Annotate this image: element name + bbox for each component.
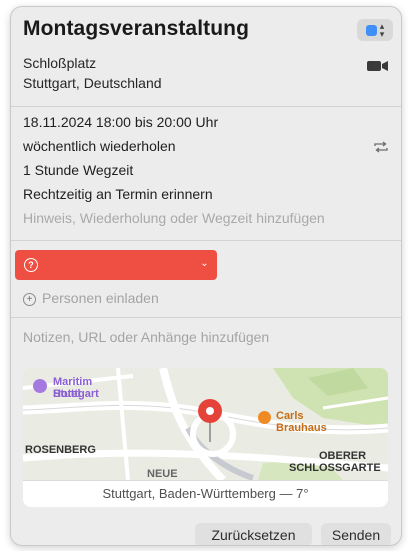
fork-knife-icon [258, 411, 271, 424]
event-popover: Montagsveranstaltung ▴ ▾ Schloßplatz Stut… [10, 6, 402, 546]
district-rosenberg: ROSENBERG [25, 444, 96, 456]
event-title[interactable]: Montagsveranstaltung [23, 17, 249, 41]
map-pin-icon[interactable] [197, 398, 223, 444]
bed-icon [33, 379, 47, 393]
repeat-row[interactable]: wöchentlich wiederholen [23, 138, 176, 154]
notes-field[interactable]: Notizen, URL oder Anhänge hinzufügen [23, 329, 269, 345]
video-camera-icon[interactable] [367, 59, 389, 73]
hotel-label-line2: Stuttgart [53, 388, 99, 400]
divider [11, 317, 401, 318]
map-caption[interactable]: Stuttgart, Baden-Württemberg — 7° [23, 480, 388, 507]
divider [11, 106, 401, 107]
invite-people-button[interactable]: + Personen einladen [23, 290, 159, 306]
repeat-arrows-icon[interactable] [373, 140, 389, 154]
district-oberer-line2: SCHLOSSGARTE [289, 462, 381, 474]
calendar-select[interactable]: ? ⌄ [15, 250, 217, 280]
district-oberer-line1: OBERER [319, 450, 367, 462]
plus-circle-icon: + [23, 293, 36, 306]
reset-button[interactable]: Zurücksetzen [195, 523, 312, 545]
travel-time-row[interactable]: 1 Stunde Wegzeit [23, 162, 133, 178]
calendar-color-picker[interactable]: ▴ ▾ [357, 19, 393, 41]
chevron-down-icon: ⌄ [200, 258, 209, 269]
invite-label: Personen einladen [42, 290, 159, 306]
add-details-hint[interactable]: Hinweis, Wiederholung oder Wegzeit hinzu… [23, 210, 325, 226]
street-partial-label: NEUE [147, 468, 178, 480]
location-map[interactable]: Maritim Hotel Stuttgart Carls Brauhaus R… [23, 368, 388, 480]
brauhaus-label: Carls Brauhaus [276, 410, 327, 434]
question-circle-icon: ? [24, 258, 38, 272]
alert-row[interactable]: Rechtzeitig an Termin erinnern [23, 186, 213, 202]
up-down-chevron-icon: ▴ ▾ [379, 21, 385, 39]
send-button[interactable]: Senden [321, 523, 391, 545]
location-line-1[interactable]: Schloßplatz [23, 55, 96, 71]
location-line-2[interactable]: Stuttgart, Deutschland [23, 75, 162, 91]
date-time-row[interactable]: 18.11.2024 18:00 bis 20:00 Uhr [23, 114, 218, 130]
calendar-color-swatch [365, 24, 377, 36]
divider [11, 240, 401, 241]
